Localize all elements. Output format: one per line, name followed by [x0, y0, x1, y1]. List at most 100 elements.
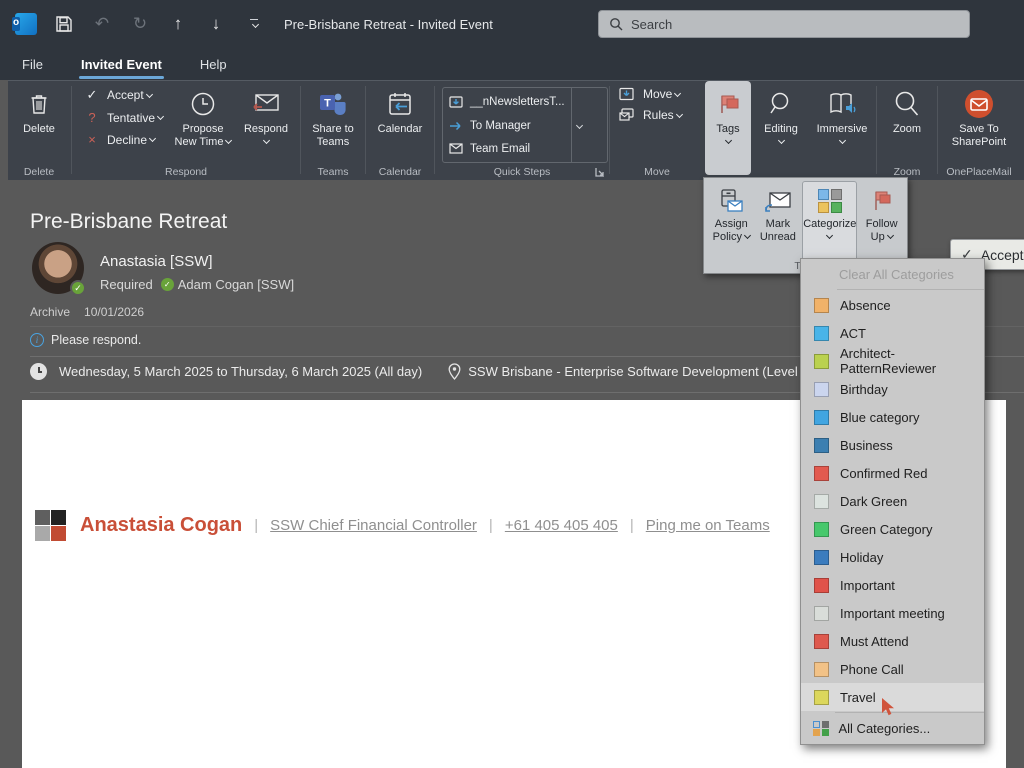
ribbon-group-immersive: Immersive: [809, 81, 875, 180]
required-label: Required: [100, 277, 153, 292]
signature-phone-link[interactable]: +61 405 405 405: [505, 517, 618, 534]
organizer-status-badge: ✓: [70, 280, 86, 296]
customize-qat-icon[interactable]: [242, 12, 266, 36]
time-icon: [30, 363, 47, 380]
propose-new-time-button[interactable]: Propose New Time: [169, 81, 237, 149]
quickstep-team-email[interactable]: Team Email: [449, 143, 565, 155]
accept-button[interactable]: ✓Accept: [83, 87, 165, 103]
category-swatch: [814, 410, 829, 425]
menu-item-category[interactable]: Blue category: [801, 403, 984, 431]
rules-icon: [619, 108, 637, 122]
decline-button[interactable]: ×Decline: [83, 132, 165, 147]
save-to-sharepoint-button[interactable]: Save To SharePoint: [939, 81, 1019, 149]
tab-invited-event[interactable]: Invited Event: [79, 51, 164, 78]
signature-title-link[interactable]: SSW Chief Financial Controller: [270, 517, 477, 534]
organizer-avatar[interactable]: ✓: [32, 242, 84, 294]
zoom-magnifier-icon: [893, 88, 921, 120]
ssw-logo: [35, 510, 66, 541]
folder-arrow-icon: [449, 96, 465, 109]
respond-button[interactable]: Respond: [237, 81, 295, 143]
categorize-icon: [818, 186, 842, 216]
menu-item-category[interactable]: Confirmed Red: [801, 459, 984, 487]
mouse-cursor: [880, 698, 896, 718]
event-title: Pre-Brisbane Retreat: [30, 210, 227, 234]
assign-policy-button[interactable]: Assign Policy: [708, 181, 755, 244]
quick-steps-more-button[interactable]: [571, 88, 588, 162]
menu-item-category[interactable]: Dark Green: [801, 487, 984, 515]
search-icon: [609, 17, 623, 31]
signature-name: Anastasia Cogan: [80, 514, 242, 537]
zoom-button[interactable]: Zoom: [878, 81, 936, 136]
archive-row: Archive 10/01/2026: [30, 305, 144, 319]
mark-unread-button[interactable]: Mark Unread: [755, 181, 802, 244]
clock-icon: [190, 88, 216, 120]
trash-icon: [29, 88, 49, 120]
move-down-icon[interactable]: ↓: [204, 12, 228, 36]
calendar-button[interactable]: Calendar: [367, 81, 433, 136]
group-label-teams: Teams: [302, 166, 364, 178]
share-to-teams-button[interactable]: T Share to Teams: [302, 81, 364, 149]
reply-envelope-icon: [252, 88, 280, 120]
menu-item-category[interactable]: Important meeting: [801, 599, 984, 627]
menu-item-category[interactable]: Important: [801, 571, 984, 599]
quickstep-to-manager[interactable]: To Manager: [449, 120, 565, 132]
search-input[interactable]: [631, 17, 931, 32]
archive-date: 10/01/2026: [84, 305, 144, 319]
menu-item-category[interactable]: Absence: [801, 291, 984, 319]
group-label-move: Move: [611, 166, 703, 178]
group-label-onplacemail: OnePlaceMail: [939, 166, 1019, 178]
category-swatch: [814, 690, 829, 705]
ribbon-group-calendar: Calendar Calendar: [367, 81, 433, 180]
editing-button[interactable]: Editing: [753, 81, 809, 143]
category-swatch: [814, 466, 829, 481]
follow-up-flag-icon: [871, 186, 893, 216]
question-icon: ?: [83, 110, 101, 125]
ribbon-group-zoom: Zoom Zoom: [878, 81, 936, 180]
menu-item-category[interactable]: Birthday: [801, 375, 984, 403]
menu-item-category[interactable]: Holiday: [801, 543, 984, 571]
category-swatch: [814, 606, 829, 621]
attendee-accepted-icon: ✓: [161, 278, 174, 291]
menu-item-category[interactable]: Phone Call: [801, 655, 984, 683]
follow-up-button[interactable]: Follow Up: [858, 181, 905, 244]
calendar-icon: [387, 88, 413, 120]
menu-item-category[interactable]: Business: [801, 431, 984, 459]
quickstep-newsletters[interactable]: __nNewslettersT...: [449, 96, 565, 109]
rules-button[interactable]: Rules: [619, 108, 699, 122]
category-list: Absence ACT Architect-PatternReviewer Bi…: [801, 290, 984, 712]
quick-steps-dialog-launcher-icon[interactable]: [594, 166, 606, 178]
tab-help[interactable]: Help: [198, 51, 229, 78]
outlook-window: ↶ ↻ ↑ ↓ Pre-Brisbane Retreat - Invited E…: [0, 0, 1024, 768]
ribbon-group-teams: T Share to Teams Teams: [302, 81, 364, 180]
sharepoint-save-icon: [963, 88, 995, 120]
menu-item-category[interactable]: Must Attend: [801, 627, 984, 655]
when-where-row: Wednesday, 5 March 2025 to Thursday, 6 M…: [30, 363, 874, 380]
ribbon-group-respond: ✓Accept ?Tentative ×Decline Propose New …: [73, 81, 299, 180]
category-swatch: [814, 354, 829, 369]
organizer-name[interactable]: Anastasia [SSW]: [100, 253, 213, 270]
group-label-delete: Delete: [8, 166, 70, 178]
menu-item-category[interactable]: Architect-PatternReviewer: [801, 347, 984, 375]
location-pin-icon: [448, 363, 461, 380]
immersive-button[interactable]: Immersive: [809, 81, 875, 143]
move-button[interactable]: Move: [619, 87, 699, 101]
group-label-calendar: Calendar: [367, 166, 433, 178]
attendee-name[interactable]: Adam Cogan [SSW]: [178, 277, 294, 292]
category-swatch: [814, 550, 829, 565]
menu-item-category[interactable]: ACT: [801, 319, 984, 347]
move-up-icon[interactable]: ↑: [166, 12, 190, 36]
tentative-button[interactable]: ?Tentative: [83, 110, 165, 125]
signature-teams-link[interactable]: Ping me on Teams: [646, 517, 770, 534]
ribbon-group-editing: Editing: [753, 81, 809, 180]
ribbon-tab-row: File Invited Event Help: [0, 48, 1024, 80]
ribbon-group-quick-steps: __nNewslettersT... To Manager Team Email…: [436, 81, 608, 180]
tags-button[interactable]: Tags: [705, 81, 751, 175]
quick-access-toolbar: ↶ ↻ ↑ ↓: [0, 12, 266, 36]
undo-icon: ↶: [90, 12, 114, 36]
check-icon: ✓: [83, 87, 101, 103]
tab-file[interactable]: File: [20, 51, 45, 78]
delete-button[interactable]: Delete: [8, 81, 70, 136]
save-icon[interactable]: [52, 12, 76, 36]
menu-item-category[interactable]: Green Category: [801, 515, 984, 543]
search-bar[interactable]: [598, 10, 970, 38]
